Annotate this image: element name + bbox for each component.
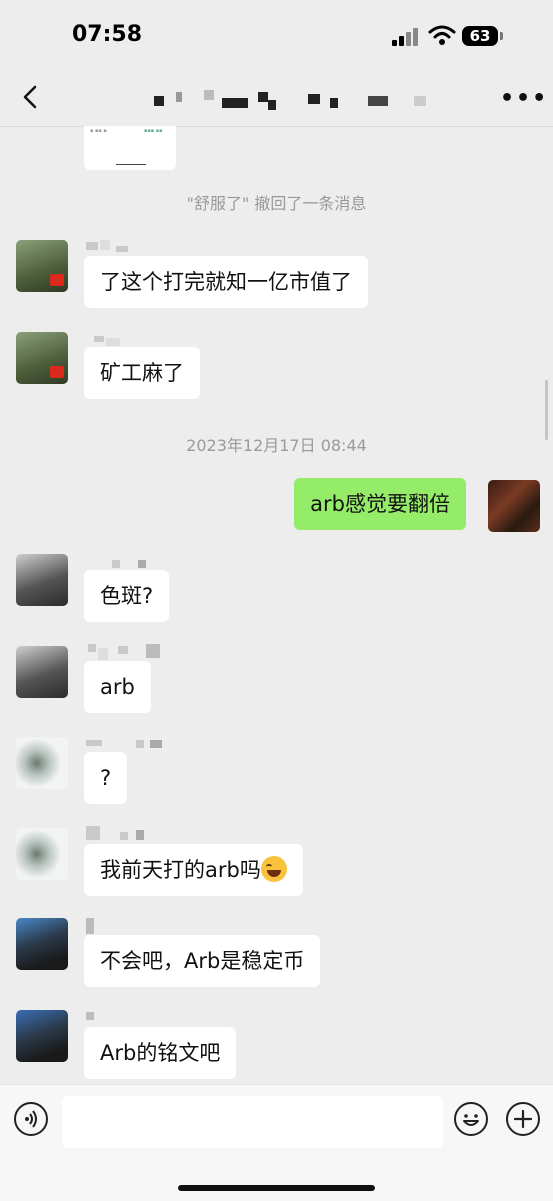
flag-icon <box>50 274 64 286</box>
status-bar: 07:58 63 <box>0 0 553 70</box>
avatar[interactable] <box>16 737 68 789</box>
sender-name-redacted <box>86 826 156 844</box>
avatar[interactable] <box>16 240 68 292</box>
avatar[interactable] <box>16 332 68 384</box>
message-bubble[interactable]: 不会吧，Arb是稳定币 <box>84 935 321 987</box>
file-card-thumbnail-text: ▪▪▪ ▪▪ <box>144 128 163 134</box>
home-indicator[interactable] <box>178 1185 375 1191</box>
recall-notice: "舒服了" 撤回了一条消息 <box>186 194 367 213</box>
file-card-divider <box>116 164 146 165</box>
status-time: 07:58 <box>72 22 143 47</box>
chat-title-redacted <box>150 90 440 112</box>
battery-tip <box>500 32 503 40</box>
wifi-icon <box>428 25 456 45</box>
flag-icon <box>50 366 64 378</box>
back-chevron-icon[interactable] <box>18 84 44 110</box>
avatar[interactable] <box>16 646 68 698</box>
file-card-thumbnail-text: ▪ ▪▪ ▪ <box>90 128 107 134</box>
avatar[interactable] <box>16 1010 68 1062</box>
avatar[interactable] <box>16 918 68 970</box>
message-bubble[interactable]: ? <box>84 752 128 804</box>
more-options-button[interactable]: ••• <box>500 86 548 111</box>
message-bubble-self[interactable]: arb感觉要翻倍 <box>294 478 466 530</box>
self-avatar[interactable] <box>488 480 540 532</box>
chat-header: ••• <box>0 70 553 127</box>
battery-indicator: 63 <box>462 26 498 46</box>
message-bubble[interactable]: arb <box>84 661 151 713</box>
message-bubble[interactable]: 了这个打完就知一亿市值了 <box>84 256 368 308</box>
chat-timestamp: 2023年12月17日 08:44 <box>186 436 367 455</box>
message-bubble[interactable]: 矿工麻了 <box>84 347 200 399</box>
message-bubble[interactable]: 我前天打的arb吗 <box>84 844 303 896</box>
message-bubble[interactable]: 色斑? <box>84 570 170 622</box>
scrollbar[interactable] <box>545 380 548 440</box>
voice-input-icon[interactable] <box>14 1102 48 1136</box>
avatar[interactable] <box>16 828 68 880</box>
shared-file-card[interactable]: ▪ ▪▪ ▪ ▪▪▪ ▪▪ <box>84 126 176 170</box>
avatar[interactable] <box>16 554 68 606</box>
sender-name-redacted <box>88 644 164 662</box>
input-bar <box>0 1084 553 1201</box>
laughing-emoji-icon <box>260 856 287 882</box>
emoji-picker-icon[interactable] <box>454 1102 488 1136</box>
add-attachment-icon[interactable] <box>506 1102 540 1136</box>
cellular-signal-icon <box>392 26 420 46</box>
message-text: 我前天打的arb吗 <box>100 858 261 882</box>
message-bubble[interactable]: Arb的铭文吧 <box>84 1027 237 1079</box>
sender-name-redacted <box>86 918 98 936</box>
message-input[interactable] <box>62 1096 443 1148</box>
